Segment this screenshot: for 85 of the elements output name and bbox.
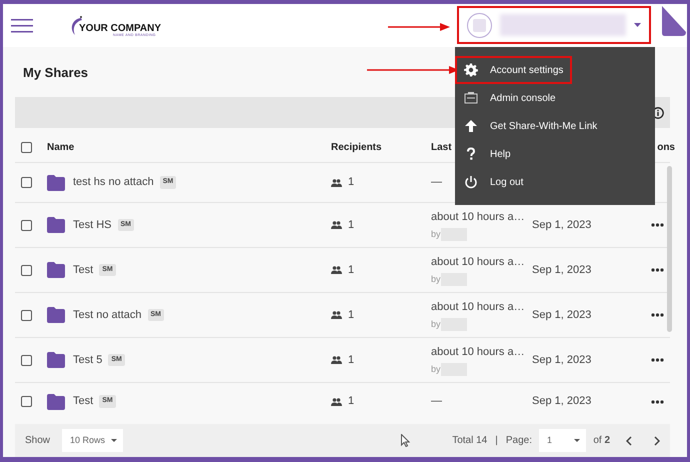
caret-icon (111, 439, 118, 442)
corner-fold-icon (662, 6, 686, 36)
user-menu-button[interactable] (457, 6, 651, 44)
by-label: by (431, 362, 441, 376)
chevron-right-icon[interactable] (654, 436, 660, 446)
recipient-count: 1 (348, 262, 354, 278)
folder-icon (47, 352, 65, 368)
chevron-left-icon[interactable] (626, 436, 632, 446)
people-icon (331, 221, 342, 229)
recipient-count: 1 (348, 218, 354, 233)
more-icon[interactable] (651, 400, 664, 404)
recipient-count: 1 (348, 175, 354, 190)
more-icon[interactable] (651, 313, 664, 317)
file-name[interactable]: Test HS (73, 216, 112, 234)
folder-icon (47, 262, 65, 278)
menu-icon[interactable] (11, 18, 33, 32)
power-icon (464, 175, 478, 189)
folder-icon (47, 217, 65, 233)
date-text: Sep 1, 2023 (532, 308, 592, 321)
last-access-text: about 10 hours a… (431, 210, 525, 225)
page-select[interactable]: 1 (539, 429, 586, 452)
row-checkbox[interactable] (21, 177, 32, 188)
last-access-text: about 10 hours a… (431, 345, 525, 360)
people-icon (331, 178, 342, 186)
caret-icon (574, 439, 580, 442)
file-name[interactable]: Test 5 (73, 352, 102, 368)
file-name[interactable]: Test (73, 393, 94, 410)
folder-icon (47, 394, 65, 410)
by-label: by (431, 228, 441, 241)
people-icon (331, 356, 342, 364)
menu-item[interactable]: Help (455, 140, 520, 168)
cursor-icon (401, 434, 410, 447)
recipient-count: 1 (348, 352, 354, 368)
logo-text: YOUR COMPANY (79, 24, 162, 34)
caret-icon (634, 23, 641, 27)
recipient-count: 1 (348, 308, 354, 323)
total-count: Total 14 (452, 434, 488, 448)
last-access-text: — (431, 394, 442, 410)
last-access-text: — (431, 175, 442, 190)
last-access-text: about 10 hours a… (431, 300, 525, 315)
people-icon (331, 266, 342, 274)
date-text: Sep 1, 2023 (532, 264, 592, 276)
separator-text: | (495, 434, 498, 448)
file-name[interactable]: test hs no attach (73, 174, 154, 191)
annotation-arrow (388, 23, 450, 31)
briefcase-icon (464, 91, 478, 105)
question-mark-icon (464, 147, 478, 161)
file-name[interactable]: Test (73, 262, 94, 278)
menu-item[interactable]: Account settings (455, 56, 572, 84)
page-title: My Shares (23, 64, 88, 82)
page-count-text: of 2 (593, 434, 610, 448)
show-label: Show (25, 434, 50, 448)
info-icon[interactable] (652, 106, 664, 118)
gear-icon (464, 63, 478, 77)
row-checkbox[interactable] (21, 354, 32, 366)
row-checkbox[interactable] (21, 310, 32, 320)
menu-item[interactable]: Log out (455, 168, 532, 196)
last-access-text: about 10 hours a… (431, 255, 525, 270)
rows-per-page-select[interactable]: 10 Rows (62, 429, 124, 452)
row-checkbox[interactable] (21, 264, 32, 276)
more-icon[interactable] (651, 268, 664, 272)
by-label: by (431, 272, 441, 286)
column-header[interactable]: Recipients (331, 140, 431, 154)
more-icon[interactable] (651, 223, 664, 227)
folder-icon (47, 307, 65, 323)
scrollbar[interactable] (667, 166, 672, 332)
more-icon[interactable] (651, 358, 664, 362)
date-text: Sep 1, 2023 (532, 395, 592, 408)
people-icon (331, 311, 342, 319)
row-checkbox[interactable] (21, 396, 32, 407)
row-checkbox[interactable] (21, 220, 32, 230)
by-label: by (431, 318, 441, 331)
people-icon (331, 398, 342, 406)
file-name[interactable]: Test no attach (73, 306, 142, 324)
column-header[interactable]: Name (47, 140, 331, 154)
upload-arrow-icon (464, 119, 478, 133)
page-label: Page: (506, 434, 532, 448)
menu-item[interactable]: Get Share-With-Me Link (455, 112, 606, 140)
recipient-count: 1 (348, 394, 354, 410)
folder-icon (47, 174, 65, 190)
avatar-icon (467, 12, 492, 38)
menu-item[interactable]: Admin console (455, 84, 565, 112)
date-text: Sep 1, 2023 (532, 218, 592, 231)
date-text: Sep 1, 2023 (532, 354, 592, 366)
select-all-checkbox[interactable] (21, 142, 32, 152)
